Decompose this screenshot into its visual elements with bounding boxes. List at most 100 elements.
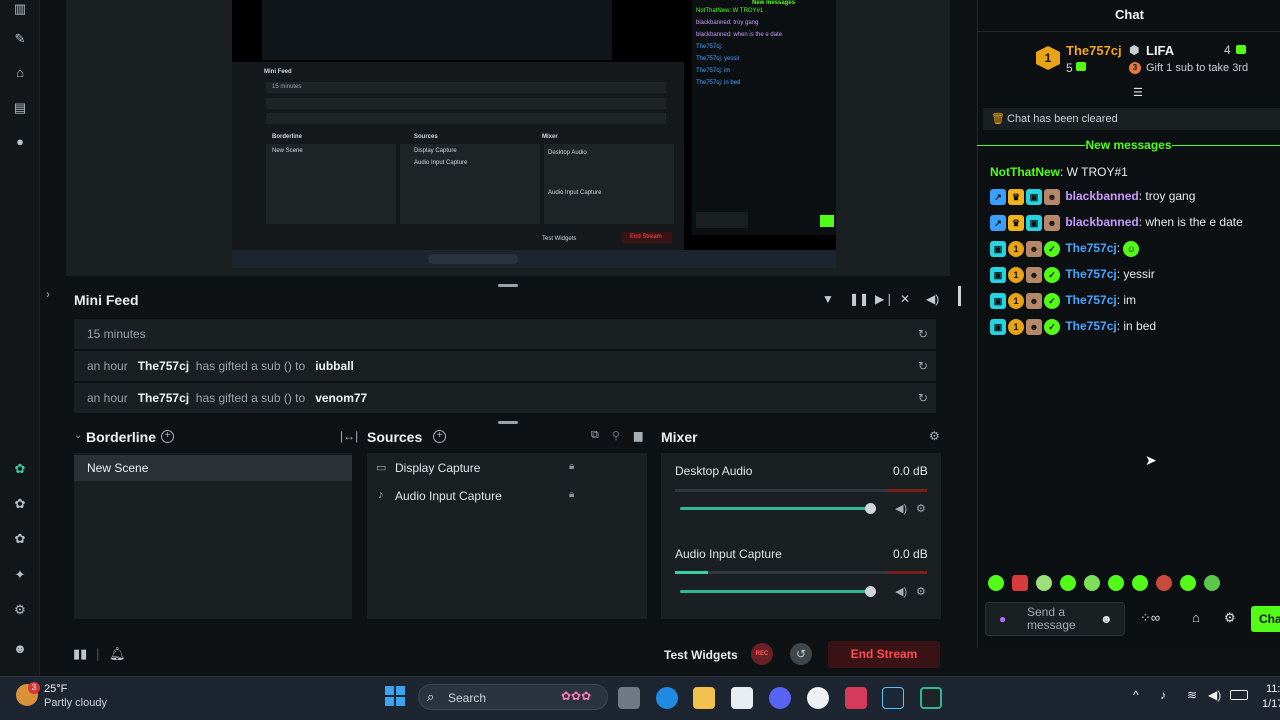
mixer-settings-icon[interactable]: ⚙ xyxy=(929,429,940,443)
scene-collection-title[interactable]: Borderline xyxy=(86,429,156,445)
speaker-icon[interactable]: ◀) xyxy=(895,585,907,598)
channel-settings-icon[interactable]: ⚙ xyxy=(916,502,926,515)
chat-username[interactable]: NotThatNew xyxy=(990,165,1060,179)
chat-username[interactable]: The757cj xyxy=(1065,293,1116,307)
lock-icon[interactable]: 🔒︎ xyxy=(569,461,574,472)
tray-chevron-icon[interactable]: ^ xyxy=(1133,688,1139,702)
stream-preview[interactable]: Mini Feed 15 minutes Borderline Sources … xyxy=(66,0,950,276)
leader-name[interactable]: The757cj xyxy=(1066,43,1122,58)
nested-end-stream: End Stream xyxy=(630,234,662,240)
source-selection-icon[interactable]: ⧉ xyxy=(591,429,599,442)
start-button-icon[interactable] xyxy=(385,686,405,706)
emote-icon[interactable] xyxy=(1084,575,1100,591)
replay-icon[interactable]: ↻ xyxy=(918,383,928,413)
gift-prompt[interactable]: Gift 1 sub to take 3rd xyxy=(1146,62,1248,74)
emote-icon[interactable] xyxy=(1108,575,1124,591)
record-button[interactable]: REC xyxy=(751,643,773,665)
discord-icon[interactable] xyxy=(769,687,791,709)
volume-slider[interactable] xyxy=(680,590,870,593)
emote-icon[interactable] xyxy=(1180,575,1196,591)
chat-settings-icon[interactable]: ⚙ xyxy=(1224,610,1236,626)
steam-icon[interactable] xyxy=(882,687,904,709)
chat-username[interactable]: The757cj xyxy=(1065,241,1116,255)
settings-icon[interactable]: ⚙ xyxy=(11,601,29,619)
speaker-icon[interactable]: ◀) xyxy=(895,502,907,515)
mic-tray-icon[interactable]: ♪ xyxy=(1160,688,1166,702)
clock-time[interactable]: 11: xyxy=(1266,683,1280,695)
edge-icon[interactable] xyxy=(656,687,678,709)
replay-buffer-icon[interactable]: ↺ xyxy=(790,643,812,665)
lock-icon[interactable]: 🔒︎ xyxy=(569,489,574,500)
channel-settings-icon[interactable]: ⚙ xyxy=(916,585,926,598)
streamlabs-icon[interactable] xyxy=(920,687,942,709)
test-widgets-button[interactable]: Test Widgets xyxy=(664,648,738,662)
microsoft-store-icon[interactable] xyxy=(731,687,753,709)
themes-icon[interactable]: ✎ xyxy=(11,30,29,48)
volume-slider[interactable] xyxy=(680,507,870,510)
source-item[interactable]: Display Capture xyxy=(395,461,480,475)
store-icon[interactable]: ⌂ xyxy=(11,64,29,82)
filter-icon[interactable]: ▼ xyxy=(822,292,834,306)
stats-icon[interactable]: ▮▮ xyxy=(73,646,87,662)
app-icon-2[interactable]: ✿ xyxy=(11,495,29,513)
chat-username[interactable]: blackbanned xyxy=(1065,189,1138,203)
chat-username[interactable]: blackbanned xyxy=(1065,215,1138,229)
file-explorer-icon[interactable] xyxy=(693,687,715,709)
end-stream-button[interactable]: End Stream xyxy=(828,641,940,668)
chat-message-input[interactable]: ● Send a message ☻ xyxy=(985,602,1125,636)
volume-tray-icon[interactable]: ◀) xyxy=(1208,688,1221,702)
emote-icon[interactable] xyxy=(1012,575,1028,591)
pause-icon[interactable]: ❚❚ xyxy=(849,292,869,306)
emote-icon[interactable] xyxy=(1156,575,1172,591)
emote-icon[interactable] xyxy=(1132,575,1148,591)
volume-slider-knob[interactable] xyxy=(865,503,876,514)
store-icon[interactable]: ⌂ xyxy=(1192,610,1200,625)
battery-icon[interactable] xyxy=(1230,690,1248,700)
app-icon-3[interactable]: ✿ xyxy=(11,530,29,548)
app-icon-1[interactable]: ✿ xyxy=(11,460,29,478)
collapse-chevron-icon[interactable]: › xyxy=(46,287,50,301)
taskbar-search[interactable]: ⌕ Search ✿✿✿ xyxy=(418,684,608,710)
account-icon[interactable]: ☻ xyxy=(11,640,29,658)
scene-item[interactable]: New Scene xyxy=(74,455,352,481)
wifi-icon[interactable]: ≋ xyxy=(1187,688,1197,702)
chat-username[interactable]: The757cj xyxy=(1065,319,1116,333)
weather-condition[interactable]: Partly cloudy xyxy=(44,697,107,709)
group-icon[interactable]: ⚲ xyxy=(612,429,620,442)
emote-icon[interactable] xyxy=(1204,575,1220,591)
volume-icon[interactable]: ◀) xyxy=(926,292,939,306)
scrollbar[interactable] xyxy=(958,286,961,306)
notifications-icon[interactable]: 🔔︎ xyxy=(109,646,126,662)
skip-icon[interactable]: ▶❘ xyxy=(875,292,894,306)
feed-resize-handle[interactable] xyxy=(498,421,518,424)
chat-username[interactable]: The757cj xyxy=(1065,267,1116,281)
emote-icon[interactable] xyxy=(1036,575,1052,591)
add-scene-icon[interactable]: + xyxy=(161,430,174,443)
add-source-icon[interactable]: + xyxy=(433,430,446,443)
app-icon[interactable] xyxy=(845,687,867,709)
studio-icon[interactable]: ▤ xyxy=(11,99,29,117)
emoji-picker-icon[interactable]: ☻ xyxy=(1100,612,1113,626)
lifa-name[interactable]: LIFA xyxy=(1146,43,1174,58)
microphone-icon[interactable]: ● xyxy=(999,612,1006,626)
emote-icon[interactable] xyxy=(988,575,1004,591)
scene-transitions-icon[interactable]: |↔| xyxy=(340,429,358,443)
source-item[interactable]: Audio Input Capture xyxy=(395,489,502,503)
volume-slider-knob[interactable] xyxy=(865,586,876,597)
scenes-collapse-icon[interactable]: ⌄ xyxy=(74,430,82,441)
emote-icon[interactable] xyxy=(1060,575,1076,591)
chrome-icon[interactable] xyxy=(807,687,829,709)
chat-send-button[interactable]: Cha xyxy=(1251,606,1280,632)
folder-icon[interactable]: ▆ xyxy=(634,429,642,442)
task-view-icon[interactable] xyxy=(618,687,640,709)
replay-icon[interactable]: ↻ xyxy=(918,351,928,381)
pin-toggle-icon[interactable]: ☰ xyxy=(1133,86,1143,99)
sparkle-icon[interactable]: ✦ xyxy=(11,566,29,584)
record-icon[interactable]: ● xyxy=(11,133,29,151)
connections-icon[interactable]: ⁘∞ xyxy=(1140,610,1160,626)
clock-date[interactable]: 1/17 xyxy=(1262,698,1280,710)
mute-alerts-icon[interactable]: ✕ xyxy=(900,292,910,306)
weather-temp[interactable]: 25°F xyxy=(44,683,67,695)
replay-icon[interactable]: ↻ xyxy=(918,319,928,349)
editor-icon[interactable]: ▥ xyxy=(11,0,29,18)
